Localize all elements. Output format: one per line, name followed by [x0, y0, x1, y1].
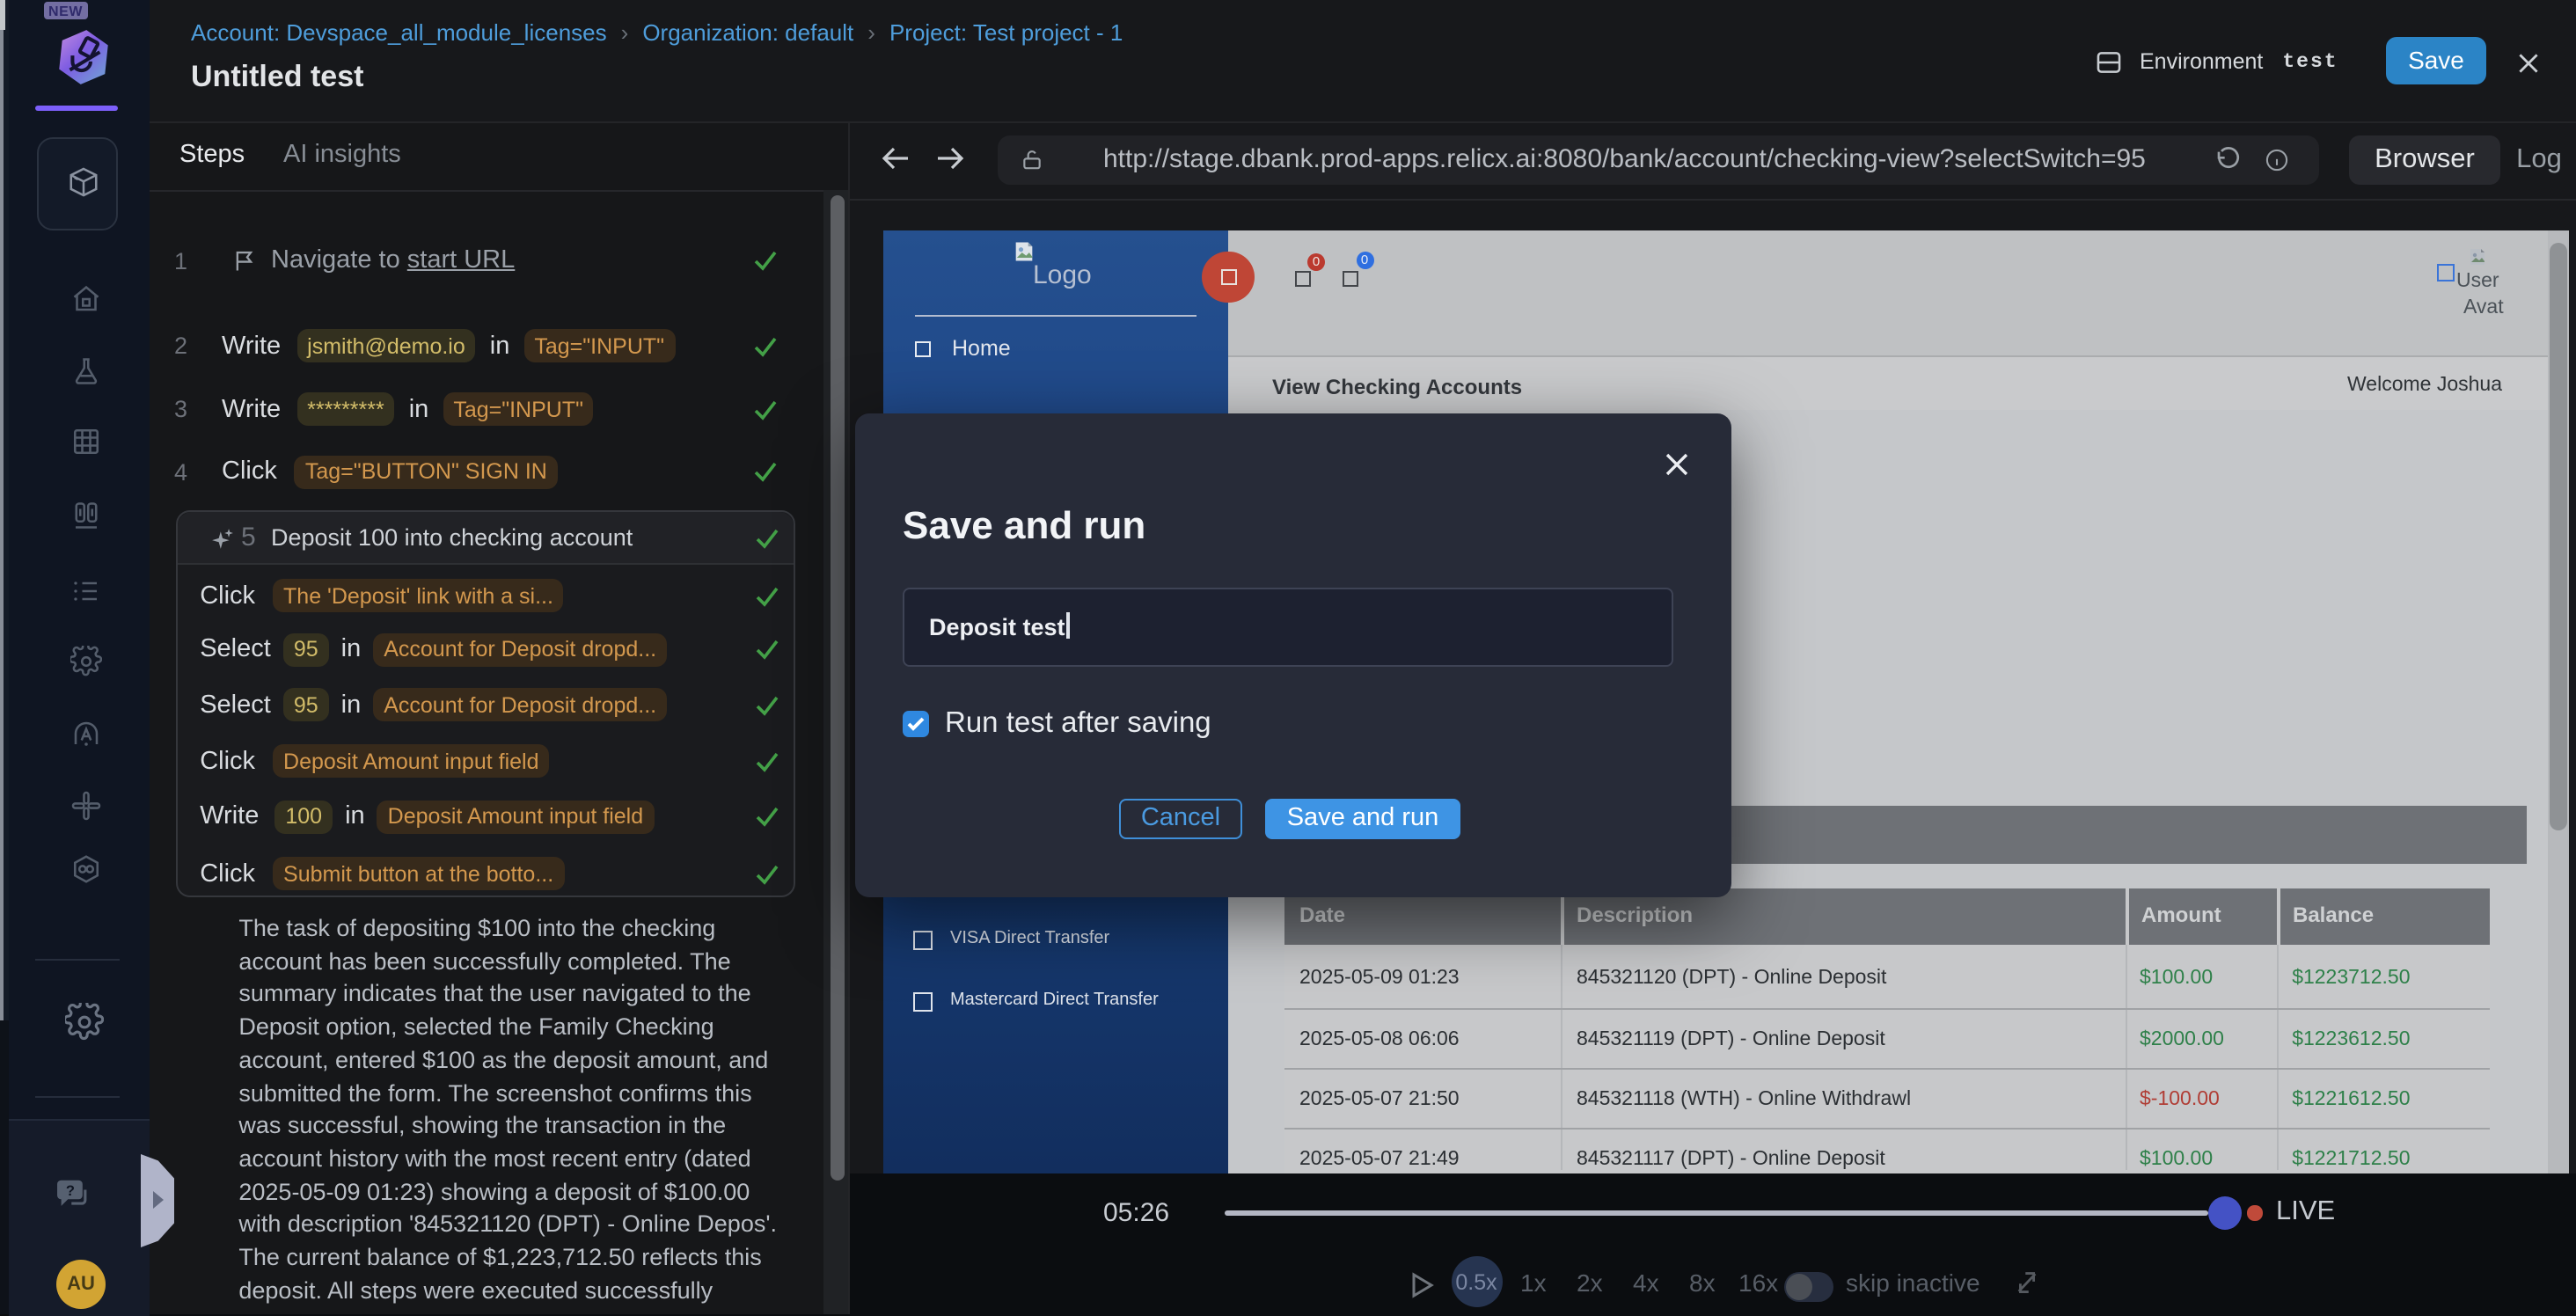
- svg-text:?: ?: [66, 1183, 75, 1199]
